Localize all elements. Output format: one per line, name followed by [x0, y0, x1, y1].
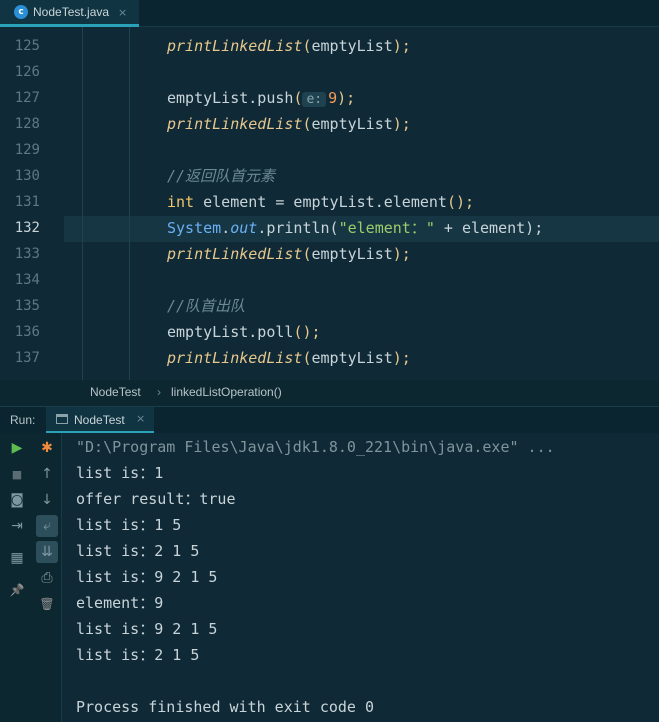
line-number: 132: [14, 220, 40, 236]
run-tab-label: NodeTest: [74, 413, 125, 427]
pin-icon[interactable]: 📌: [6, 579, 28, 601]
indent-guide: [129, 27, 130, 380]
console-line: list is：1: [76, 464, 164, 482]
code-line-131: int element = emptyList.element();: [167, 193, 475, 211]
code-line-136: emptyList.poll();: [167, 323, 321, 341]
print-icon[interactable]: ⎙: [36, 567, 58, 589]
login-icon[interactable]: ⇥: [6, 515, 28, 537]
close-tab-icon[interactable]: ×: [118, 6, 127, 19]
soft-wrap-icon[interactable]: ⤶: [36, 515, 58, 537]
scroll-to-end-icon[interactable]: ⇊: [36, 541, 58, 563]
stop-icon[interactable]: ■: [6, 463, 28, 485]
line-number: 126: [14, 64, 40, 80]
code-line-132: System.out.println("element：" + element)…: [167, 219, 544, 237]
indent-guide: [82, 27, 83, 380]
breadcrumb-method[interactable]: linkedListOperation(): [171, 385, 282, 399]
console-line: element：9: [76, 594, 164, 612]
trash-icon[interactable]: 🗑: [36, 593, 58, 615]
breadcrumb-separator: ›: [157, 385, 161, 399]
layout-icon[interactable]: ▦: [6, 547, 28, 569]
param-hint: e:: [302, 92, 327, 107]
console-line: "D:\Program Files\Java\jdk1.8.0_221\bin\…: [76, 438, 555, 456]
file-tab-nodetest[interactable]: c NodeTest.java ×: [0, 0, 139, 27]
code-line-133: printLinkedList(emptyList);: [167, 245, 411, 263]
line-number: 129: [14, 142, 40, 158]
console-line: list is：9 2 1 5: [76, 620, 218, 638]
rerun-icon[interactable]: ▶: [6, 437, 28, 459]
code-line-130: //返回队首元素: [167, 167, 276, 185]
line-number: 133: [14, 246, 40, 262]
code-line-137: printLinkedList(emptyList);: [167, 349, 411, 367]
console-line: Process finished with exit code 0: [76, 698, 375, 716]
run-toolbar-primary: ▶ ■ ◙ ⇥ ▦ 📌: [0, 433, 32, 722]
editor-tab-bar: c NodeTest.java ×: [0, 0, 659, 27]
code-line-partial: emptyList.push( e: );: [167, 27, 357, 32]
console-icon: [56, 414, 68, 424]
file-tab-label: NodeTest.java: [33, 5, 110, 19]
console-line: list is：2 1 5: [76, 646, 200, 664]
code-line-128: printLinkedList(emptyList);: [167, 115, 411, 133]
run-tab-nodetest[interactable]: NodeTest ×: [46, 407, 154, 434]
run-panel-header: Run: NodeTest ×: [0, 406, 659, 434]
line-number: 128: [14, 116, 40, 132]
line-number: 135: [14, 298, 40, 314]
line-number-gutter: 125 126 127 128 129 130 131 132 133 134 135 136 137: [0, 27, 64, 380]
breadcrumb-class[interactable]: NodeTest: [90, 385, 141, 399]
run-toolbar-secondary: ✱ ↑ ↓ ⤶ ⇊ ⎙ 🗑: [32, 433, 62, 722]
camera-icon[interactable]: ◙: [6, 489, 28, 511]
java-class-icon: c: [14, 5, 28, 19]
breadcrumb: NodeTest › linkedListOperation(): [0, 380, 659, 406]
run-label: Run:: [10, 413, 36, 427]
debug-icon[interactable]: ✱: [36, 437, 58, 459]
line-number: 127: [14, 90, 40, 106]
line-number: 137: [14, 350, 40, 366]
line-number: 130: [14, 168, 40, 184]
close-run-tab-icon[interactable]: ×: [136, 412, 145, 425]
line-number: 136: [14, 324, 40, 340]
code-line-125: printLinkedList(emptyList);: [167, 37, 411, 55]
scroll-down-icon[interactable]: ↓: [36, 489, 58, 511]
console-line: list is：9 2 1 5: [76, 568, 218, 586]
scroll-up-icon[interactable]: ↑: [36, 463, 58, 485]
code-line-135: //队首出队: [167, 297, 246, 315]
code-editor[interactable]: 125 126 127 128 129 130 131 132 133 134 135 136 137 …: [0, 27, 659, 380]
console-line: offer result：true: [76, 490, 236, 508]
console-output[interactable]: "D:\Program Files\Java\jdk1.8.0_221\bin\…: [62, 433, 659, 722]
console-line: list is：1 5: [76, 516, 182, 534]
line-number: 131: [14, 194, 40, 210]
code-line-127: emptyList.push(e: 9);: [167, 89, 356, 107]
console-line: list is：2 1 5: [76, 542, 200, 560]
line-number: 125: [14, 38, 40, 54]
line-number: 134: [14, 272, 40, 288]
